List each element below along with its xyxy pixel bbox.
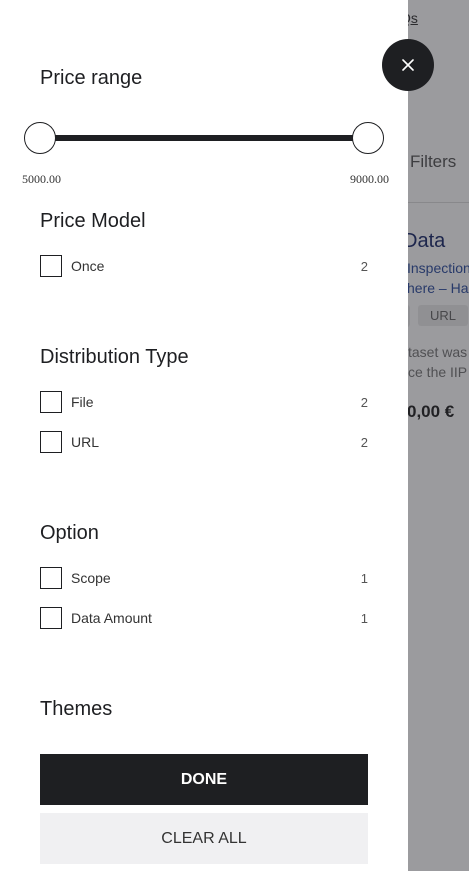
filter-option-data-amount[interactable]: Data Amount 1 [40, 606, 368, 630]
option-count: 1 [360, 570, 368, 586]
checkbox[interactable] [40, 391, 62, 413]
option-label: Data Amount [71, 610, 152, 626]
option-label: File [71, 394, 94, 410]
option-title: Option [40, 522, 99, 544]
filter-option-file[interactable]: File 2 [40, 390, 368, 414]
price-max-value: 9000.00 [350, 172, 389, 186]
filter-option-once[interactable]: Once 2 [40, 254, 368, 278]
themes-title: Themes [40, 698, 113, 720]
price-slider-max-handle[interactable] [352, 122, 384, 154]
filter-drawer: Price range 5000.00 9000.00 Price Model … [0, 0, 408, 871]
filter-option-url[interactable]: URL 2 [40, 430, 368, 454]
option-count: 1 [360, 610, 368, 626]
filter-option-scope[interactable]: Scope 1 [40, 566, 368, 590]
close-button[interactable] [382, 39, 434, 91]
price-slider-min-handle[interactable] [24, 122, 56, 154]
checkbox[interactable] [40, 255, 62, 277]
distribution-type-title: Distribution Type [40, 346, 189, 368]
clear-all-button[interactable]: CLEAR ALL [40, 813, 368, 864]
option-label: Once [71, 258, 105, 274]
checkbox[interactable] [40, 567, 62, 589]
option-count: 2 [360, 434, 368, 450]
option-count: 2 [360, 258, 368, 274]
option-count: 2 [360, 394, 368, 410]
option-label: URL [71, 434, 100, 450]
checkbox[interactable] [40, 607, 62, 629]
option-label: Scope [71, 570, 111, 586]
price-min-value: 5000.00 [22, 172, 61, 186]
done-button[interactable]: DONE [40, 754, 368, 805]
price-range-title: Price range [40, 67, 143, 89]
checkbox[interactable] [40, 431, 62, 453]
close-icon [402, 59, 414, 71]
price-slider-track[interactable] [40, 135, 368, 141]
price-model-title: Price Model [40, 210, 146, 232]
